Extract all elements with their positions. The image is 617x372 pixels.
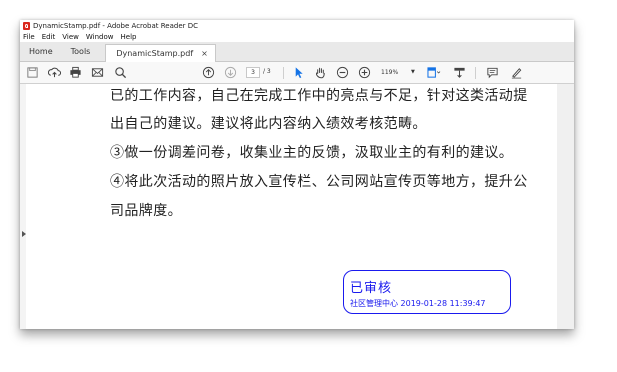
window-title: DynamicStamp.pdf - Adobe Acrobat Reader …	[33, 22, 199, 30]
document-line: ③做一份调差问卷，收集业主的反馈，汲取业主的有利的建议。	[110, 145, 514, 161]
save-icon[interactable]	[26, 66, 39, 79]
tab-tools[interactable]: Tools	[62, 47, 100, 61]
comment-icon[interactable]	[486, 66, 499, 79]
stamp-detail: 社区管理中心 2019-01-28 11:39:47	[350, 299, 486, 308]
print-icon[interactable]	[69, 66, 82, 79]
acrobat-window: DynamicStamp.pdf - Adobe Acrobat Reader …	[20, 20, 574, 329]
hand-icon[interactable]	[314, 66, 327, 79]
zoom-out-icon[interactable]	[336, 66, 349, 79]
menu-help[interactable]: Help	[121, 33, 137, 41]
fit-page-icon[interactable]	[426, 66, 442, 79]
close-icon[interactable]: ×	[201, 49, 208, 58]
chevron-down-icon: ▼	[411, 69, 415, 75]
document-line: 出自己的建议。建议将此内容纳入绩效考核范畴。	[110, 116, 427, 132]
upload-icon[interactable]	[48, 66, 61, 79]
document-line: 司品牌度。	[110, 203, 182, 219]
menu-file[interactable]: File	[23, 33, 35, 41]
select-cursor-icon[interactable]	[292, 66, 305, 79]
sign-icon[interactable]	[510, 66, 523, 79]
page-number-input[interactable]: 3	[246, 67, 260, 78]
vertical-scrollbar[interactable]	[557, 84, 574, 329]
email-icon[interactable]	[91, 66, 104, 79]
tab-bar: Home Tools DynamicStamp.pdf ×	[20, 42, 574, 62]
dynamic-stamp[interactable]: 已审核 社区管理中心 2019-01-28 11:39:47	[343, 270, 511, 314]
scroll-mode-icon[interactable]	[453, 66, 466, 79]
stamp-title: 已审核	[350, 281, 393, 296]
zoom-value: 119%	[381, 69, 399, 76]
toolbar: 3 / 3 119% ▼	[20, 62, 574, 84]
document-page: 已的工作内容，自己在完成工作中的亮点与不足，针对这类活动提 出自己的建议。建议将…	[26, 84, 557, 329]
document-line: 已的工作内容，自己在完成工作中的亮点与不足，针对这类活动提	[110, 88, 528, 104]
menu-view[interactable]: View	[62, 33, 79, 41]
page-down-icon[interactable]	[224, 66, 237, 79]
menu-edit[interactable]: Edit	[42, 33, 56, 41]
title-bar: DynamicStamp.pdf - Adobe Acrobat Reader …	[20, 20, 574, 32]
zoom-select[interactable]: 119% ▼	[381, 67, 419, 78]
menu-window[interactable]: Window	[86, 33, 114, 41]
toolbar-divider	[475, 67, 476, 79]
document-line: ④将此次活动的照片放入宣传栏、公司网站宣传页等地方，提升公	[110, 174, 528, 190]
menu-bar: File Edit View Window Help	[20, 32, 574, 42]
search-icon[interactable]	[114, 66, 127, 79]
tab-document-label: DynamicStamp.pdf	[116, 49, 194, 58]
tab-home[interactable]: Home	[20, 47, 62, 61]
tab-document[interactable]: DynamicStamp.pdf ×	[105, 44, 216, 62]
page-total: / 3	[263, 68, 271, 75]
zoom-in-icon[interactable]	[358, 66, 371, 79]
toolbar-divider	[283, 67, 284, 79]
acrobat-app-icon	[23, 22, 30, 30]
page-up-icon[interactable]	[202, 66, 215, 79]
